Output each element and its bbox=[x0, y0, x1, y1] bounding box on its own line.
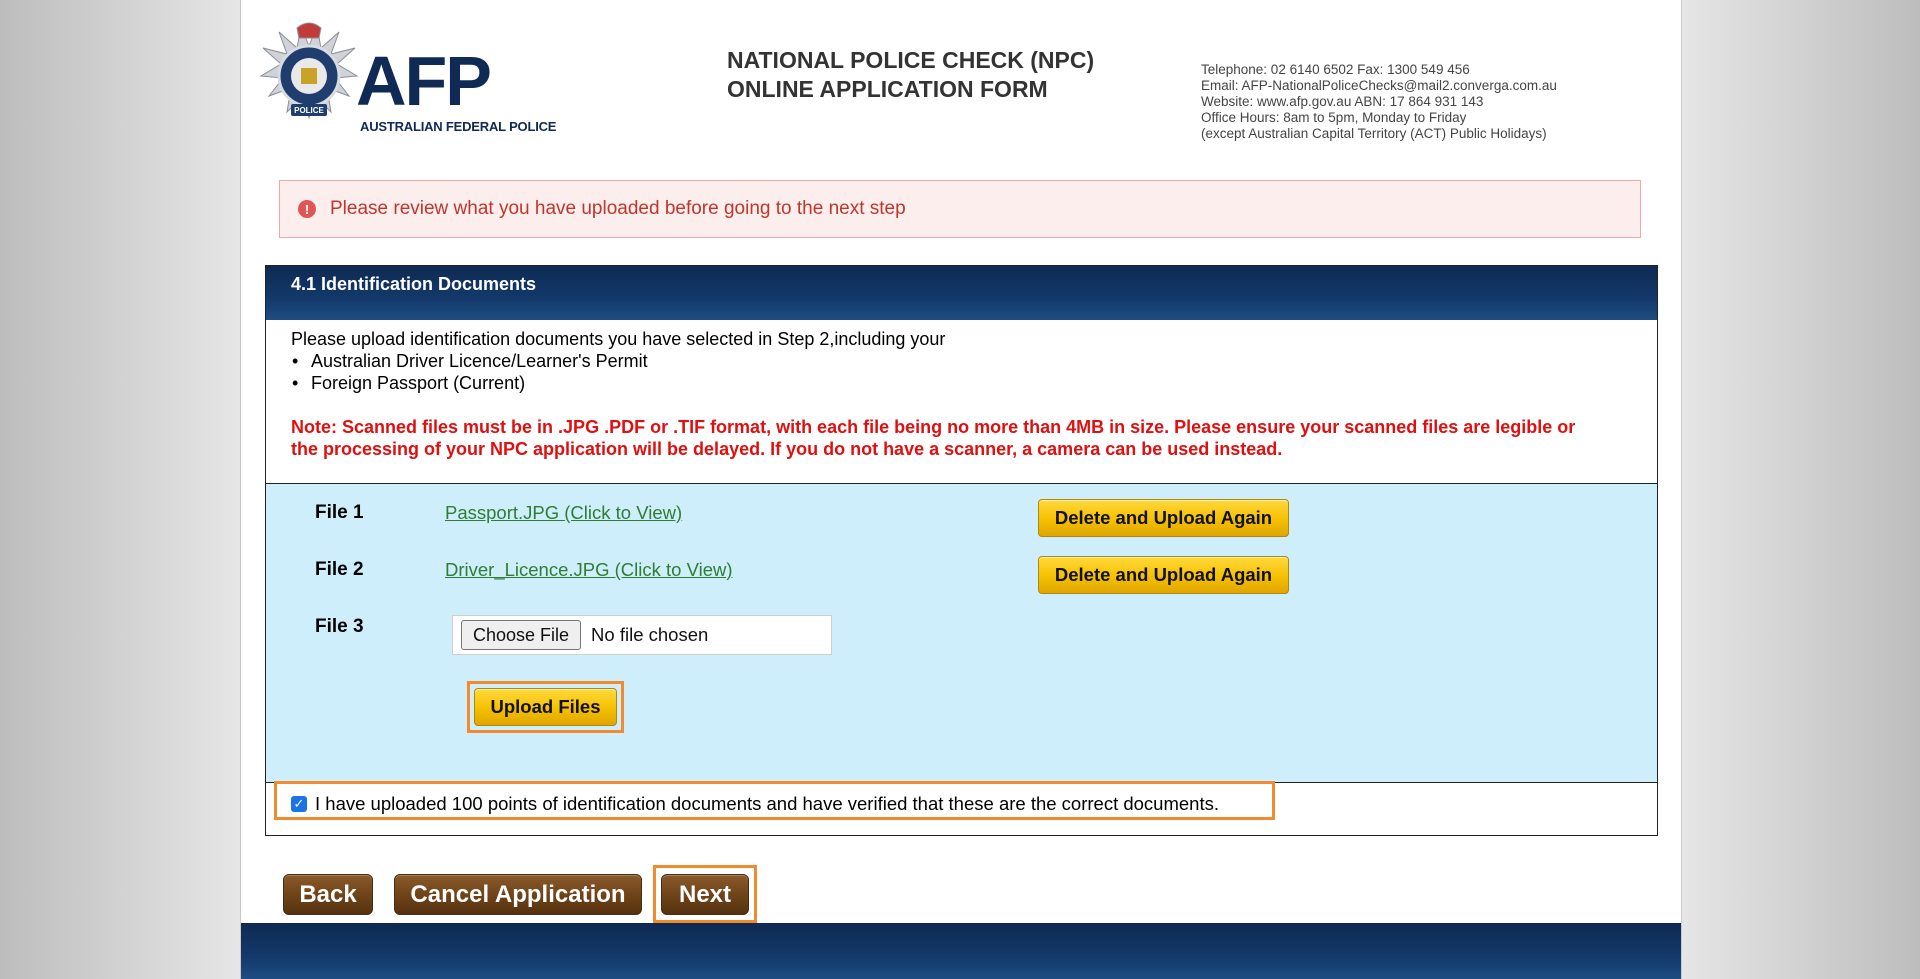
file-1-delete-reupload-button[interactable]: Delete and Upload Again bbox=[1038, 499, 1289, 537]
file-2-view-link[interactable]: Driver_Licence.JPG (Click to View) bbox=[445, 559, 733, 581]
format-note: Note: Scanned files must be in .JPG .PDF… bbox=[291, 417, 1576, 459]
file-status: No file chosen bbox=[591, 624, 709, 645]
back-button[interactable]: Back bbox=[283, 874, 373, 915]
contact-holidays: (except Australian Capital Territory (AC… bbox=[1201, 126, 1547, 141]
next-button[interactable]: Next bbox=[661, 874, 749, 915]
choose-file-button[interactable]: Choose File bbox=[461, 620, 582, 650]
footer-bar bbox=[241, 923, 1681, 979]
upload-instructions: Please upload identification documents y… bbox=[291, 328, 1621, 460]
instructions-intro: Please upload identification documents y… bbox=[291, 329, 946, 349]
panel-header: 4.1 Identification Documents bbox=[266, 266, 1657, 320]
contact-hours: Office Hours: 8am to 5pm, Monday to Frid… bbox=[1201, 110, 1467, 125]
contact-email: Email: AFP-NationalPoliceChecks@mail2.co… bbox=[1201, 78, 1557, 93]
file-1-label: File 1 bbox=[315, 502, 364, 523]
page-title-line-2: ONLINE APPLICATION FORM bbox=[727, 76, 1048, 102]
document-list-item: Foreign Passport (Current) bbox=[292, 372, 1621, 394]
contact-info: Telephone: 02 6140 6502 Fax: 1300 549 45… bbox=[1201, 62, 1557, 142]
document-list: Australian Driver Licence/Learner's Perm… bbox=[291, 350, 1621, 394]
page-title: NATIONAL POLICE CHECK (NPC) ONLINE APPLI… bbox=[727, 46, 1094, 104]
confirm-row: ✓ I have uploaded 100 points of identifi… bbox=[291, 793, 1219, 815]
alert-message: Please review what you have uploaded bef… bbox=[330, 198, 906, 219]
file-3-input[interactable]: Choose File No file chosen bbox=[452, 615, 832, 655]
file-2-delete-reupload-button[interactable]: Delete and Upload Again bbox=[1038, 556, 1289, 594]
file-1-view-link[interactable]: Passport.JPG (Click to View) bbox=[445, 502, 682, 524]
page-title-line-1: NATIONAL POLICE CHECK (NPC) bbox=[727, 47, 1095, 73]
afp-badge-logo: POLICE bbox=[257, 18, 362, 138]
identification-documents-panel: 4.1 Identification Documents Please uplo… bbox=[265, 265, 1658, 836]
file-2-label: File 2 bbox=[315, 559, 364, 580]
file-3-label: File 3 bbox=[315, 616, 364, 637]
confirm-checkbox[interactable]: ✓ bbox=[291, 796, 307, 812]
cancel-application-button[interactable]: Cancel Application bbox=[394, 874, 642, 915]
contact-website: Website: www.afp.gov.au ABN: 17 864 931 … bbox=[1201, 94, 1484, 109]
confirm-label: I have uploaded 100 points of identifica… bbox=[315, 793, 1219, 814]
upload-files-button[interactable]: Upload Files bbox=[474, 688, 617, 726]
panel-title: 4.1 Identification Documents bbox=[291, 274, 537, 294]
review-alert: ! Please review what you have uploaded b… bbox=[279, 180, 1641, 238]
contact-phone: Telephone: 02 6140 6502 Fax: 1300 549 45… bbox=[1201, 62, 1470, 77]
exclamation-icon: ! bbox=[298, 200, 316, 218]
document-list-item: Australian Driver Licence/Learner's Perm… bbox=[292, 350, 1621, 372]
afp-logo-subtitle: AUSTRALIAN FEDERAL POLICE bbox=[360, 119, 557, 134]
afp-logo-text: AFP bbox=[356, 42, 492, 120]
page-container: POLICE AFP AUSTRALIAN FEDERAL POLICE NAT… bbox=[240, 0, 1682, 979]
svg-text:POLICE: POLICE bbox=[294, 106, 324, 115]
file-upload-area: File 1 Passport.JPG (Click to View) Dele… bbox=[266, 483, 1657, 783]
